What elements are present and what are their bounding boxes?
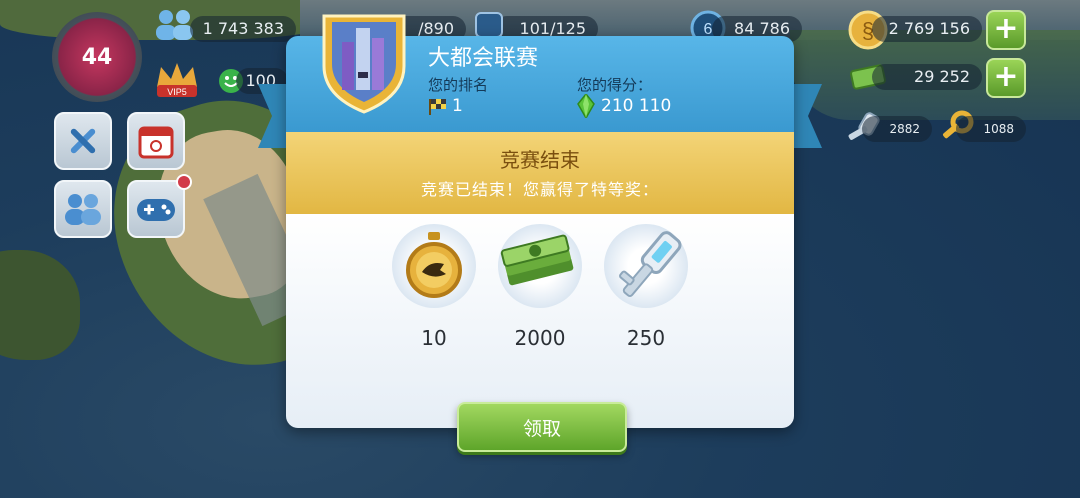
reward-value: 250: [626, 326, 666, 350]
player-level-badge[interactable]: 44: [52, 12, 142, 102]
simcash-bills-icon: [500, 234, 574, 286]
gamepad-icon: [137, 199, 175, 221]
friends-button[interactable]: [54, 180, 112, 238]
score-label: 您的得分：: [577, 76, 653, 94]
golden-key-value: 1088: [983, 122, 1014, 136]
simoleon-value: 2 769 156: [888, 19, 970, 38]
banner-title: 竞赛结束: [500, 148, 580, 172]
reward-value: 10: [421, 326, 447, 350]
add-simoleons-button[interactable]: +: [986, 10, 1026, 50]
vip-crown-icon[interactable]: VIP5: [150, 56, 204, 100]
silver-key-counter: 2882: [862, 116, 932, 142]
tools-button[interactable]: [54, 112, 112, 170]
rank-label: 您的排名: [428, 76, 489, 94]
silver-key-icon: [619, 231, 682, 297]
calendar-button[interactable]: [127, 112, 185, 170]
reward-value: 2000: [514, 326, 566, 350]
add-simcash-button[interactable]: +: [986, 58, 1026, 98]
simoleon-counter: 2 769 156: [872, 16, 982, 42]
level-value: 44: [81, 44, 113, 70]
reward-item: 250: [598, 218, 694, 350]
claim-button[interactable]: 领取: [457, 402, 627, 452]
vip-label: VIP5: [167, 87, 187, 97]
rank-value: 1: [452, 96, 463, 116]
wrench-screwdriver-icon: [70, 128, 96, 154]
reward-item: 10: [386, 218, 482, 350]
checkered-flag-icon: [429, 99, 446, 115]
banner-subtitle: 竞赛已结束！您赢得了特等奖：: [420, 180, 659, 199]
score-value: 210 110: [601, 96, 672, 116]
claim-button-label: 领取: [522, 417, 561, 440]
population-value: 1 743 383: [202, 19, 284, 38]
golden-key-counter: 1088: [956, 116, 1026, 142]
silver-key-value: 2882: [889, 122, 920, 136]
reward-item: 2000: [492, 218, 588, 350]
simcash-value: 29 252: [914, 67, 970, 86]
metropolis-league-crest-icon: [322, 14, 406, 114]
green-gem-icon: [577, 94, 595, 118]
friends-icon: [65, 194, 101, 225]
speedup-token-icon: [406, 232, 462, 298]
calendar-icon: [138, 126, 174, 159]
population-counter: 1 743 383: [190, 16, 296, 42]
notification-dot-icon: [176, 174, 192, 190]
dialog-title: 大都会联赛: [428, 46, 539, 71]
simcash-counter: 29 252: [872, 64, 982, 90]
